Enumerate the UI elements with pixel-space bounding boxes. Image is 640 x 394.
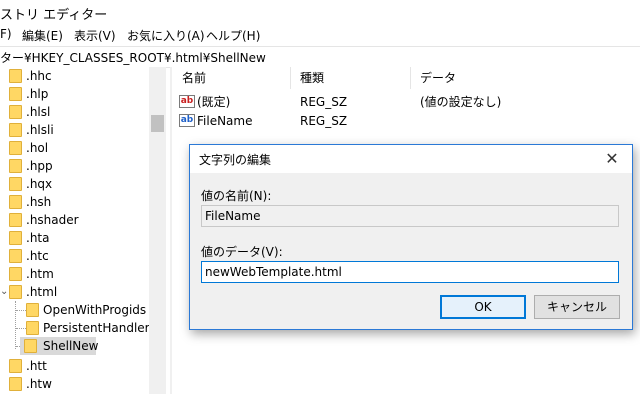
menu-help[interactable]: ヘルプ(H) bbox=[206, 27, 260, 44]
value-type: REG_SZ bbox=[300, 95, 348, 109]
tree-item-label: .htt bbox=[26, 359, 47, 373]
tree-item-label: .html bbox=[26, 285, 58, 299]
tree-item-label: .hlsli bbox=[26, 123, 54, 137]
tree-item-label: .hlp bbox=[26, 87, 49, 101]
column-divider[interactable] bbox=[410, 67, 411, 89]
scrollbar-thumb[interactable] bbox=[151, 115, 164, 132]
folder-icon bbox=[9, 377, 22, 391]
menu-view[interactable]: 表示(V) bbox=[74, 27, 116, 44]
tree-connector bbox=[15, 301, 16, 349]
tree-item-label: .hpp bbox=[26, 159, 53, 173]
folder-icon bbox=[9, 231, 22, 245]
expander-icon[interactable]: ⌄ bbox=[0, 283, 8, 301]
folder-icon bbox=[9, 267, 22, 281]
folder-icon bbox=[9, 123, 22, 137]
folder-icon bbox=[9, 159, 22, 173]
tree-item-label: .hhc bbox=[26, 69, 52, 83]
folder-icon bbox=[9, 69, 22, 83]
tree-item-label: .htc bbox=[26, 249, 49, 263]
value-row[interactable]: ab FileName REG_SZ bbox=[172, 112, 640, 130]
folder-open-icon bbox=[9, 285, 22, 299]
tree-item-label: .hshader bbox=[26, 213, 79, 227]
tree-item-label: .htm bbox=[26, 267, 54, 281]
tree-item-label: .hsh bbox=[26, 195, 52, 209]
value-data-label: 値のデータ(V): bbox=[201, 245, 283, 259]
cancel-button[interactable]: キャンセル bbox=[534, 295, 620, 319]
folder-icon bbox=[9, 105, 22, 119]
string-value-icon: ab bbox=[179, 95, 195, 108]
value-data: (値の設定なし) bbox=[420, 95, 502, 109]
column-header-name[interactable]: 名前 bbox=[182, 67, 206, 89]
registry-tree[interactable]: .hhc .hlp .hlsl .hlsli .hol .hpp .hqx .h… bbox=[0, 67, 166, 394]
value-type: REG_SZ bbox=[300, 114, 348, 128]
tree-connector bbox=[16, 328, 26, 329]
column-divider[interactable] bbox=[290, 67, 291, 89]
tree-item-label: OpenWithProgids bbox=[43, 303, 147, 317]
value-name-field: FileName bbox=[201, 205, 619, 227]
tree-item-label: ShellNew bbox=[43, 339, 99, 353]
folder-icon bbox=[9, 141, 22, 155]
menu-file[interactable]: F) bbox=[0, 27, 12, 41]
address-path: ター¥HKEY_CLASSES_ROOT¥.html¥ShellNew bbox=[0, 51, 266, 65]
tree-item-label: .hta bbox=[26, 231, 50, 245]
dialog-title-bar[interactable]: 文字列の編集 ✕ bbox=[190, 145, 632, 173]
menu-edit[interactable]: 編集(E) bbox=[22, 27, 63, 44]
value-data-input[interactable]: newWebTemplate.html bbox=[201, 261, 619, 283]
value-name-label: 値の名前(N): bbox=[201, 189, 272, 203]
column-header-type[interactable]: 種類 bbox=[300, 67, 324, 89]
folder-icon bbox=[9, 87, 22, 101]
value-name: (既定) bbox=[197, 95, 231, 109]
column-header-data[interactable]: データ bbox=[420, 67, 456, 89]
value-name: FileName bbox=[197, 114, 253, 128]
tree-item-label: PersistentHandler bbox=[43, 321, 150, 335]
tree-connector bbox=[16, 310, 26, 311]
folder-icon bbox=[26, 303, 39, 317]
dialog-title: 文字列の編集 bbox=[199, 153, 272, 167]
folder-icon bbox=[9, 359, 22, 373]
close-icon[interactable]: ✕ bbox=[592, 145, 632, 173]
window-title: ストリ エディター bbox=[0, 8, 108, 23]
folder-icon bbox=[24, 339, 37, 353]
value-row[interactable]: ab (既定) REG_SZ (値の設定なし) bbox=[172, 93, 640, 111]
window-title-bar: ストリ エディター bbox=[0, 0, 640, 24]
tree-item-label: .htw bbox=[26, 377, 52, 391]
ok-button[interactable]: OK bbox=[440, 295, 526, 319]
folder-icon bbox=[9, 213, 22, 227]
folder-icon bbox=[9, 249, 22, 263]
menu-favorites[interactable]: お気に入り(A) bbox=[127, 27, 205, 44]
tree-item-label: .hlsl bbox=[26, 105, 51, 119]
folder-icon bbox=[26, 321, 39, 335]
folder-icon bbox=[9, 195, 22, 209]
folder-icon bbox=[9, 177, 22, 191]
tree-item-label: .hqx bbox=[26, 177, 53, 191]
tree-scrollbar[interactable] bbox=[149, 67, 166, 394]
menu-bar: F) 編集(E) 表示(V) お気に入り(A) ヘルプ(H) bbox=[0, 25, 640, 45]
edit-string-dialog: 文字列の編集 ✕ 値の名前(N): FileName 値のデータ(V): new… bbox=[189, 144, 633, 330]
address-bar[interactable]: ター¥HKEY_CLASSES_ROOT¥.html¥ShellNew bbox=[0, 46, 640, 68]
string-value-icon: ab bbox=[179, 114, 195, 127]
tree-item-label: .hol bbox=[26, 141, 49, 155]
